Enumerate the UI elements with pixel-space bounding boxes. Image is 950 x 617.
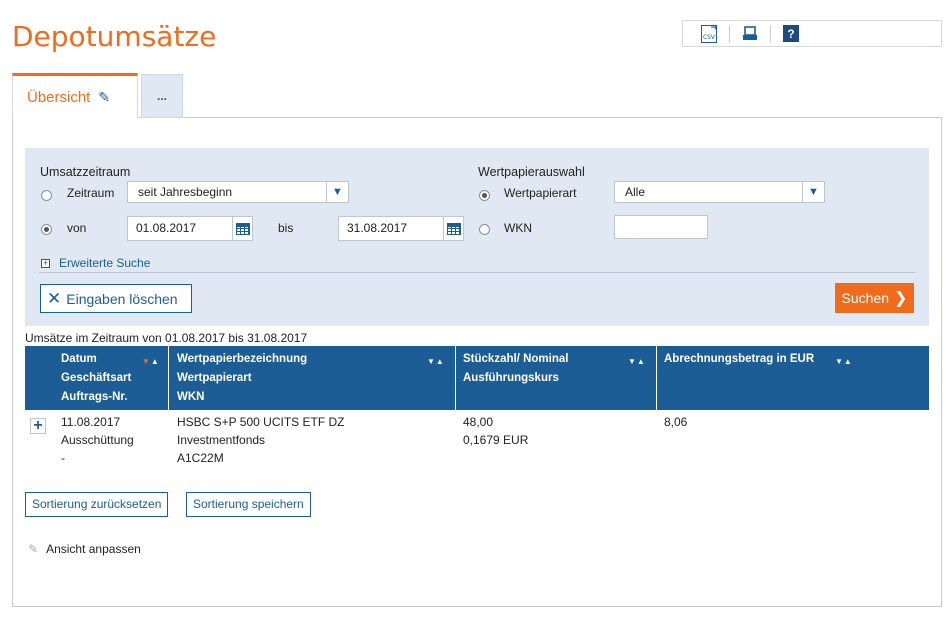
column-header-stueckzahl[interactable]: Stückzahl/ Nominal Ausführungskurs bbox=[463, 346, 568, 410]
zeitraum-value: seit Jahresbeginn bbox=[138, 185, 233, 199]
wkn-radio[interactable] bbox=[479, 224, 490, 235]
column-divider bbox=[168, 346, 169, 410]
period-heading: Umsatzzeitraum bbox=[40, 165, 131, 179]
wertpapierart-label: Wertpapierart bbox=[504, 186, 577, 200]
column-header-wertpapier[interactable]: Wertpapierbezeichnung Wertpapierart WKN bbox=[177, 346, 307, 410]
clear-inputs-label: Eingaben löschen bbox=[66, 290, 178, 307]
advanced-search-link[interactable]: Erweiterte Suche bbox=[59, 256, 150, 270]
table-row: + 11.08.2017 Ausschüttung - HSBC S+P 500… bbox=[25, 410, 929, 470]
wkn-label: WKN bbox=[504, 221, 532, 235]
toolbar-divider bbox=[729, 24, 730, 43]
cell-stueckzahl: 48,00 0,1679 EUR bbox=[463, 413, 528, 449]
chevron-down-icon: ▼ bbox=[326, 182, 348, 202]
header-line: Wertpapierart bbox=[177, 372, 252, 384]
customize-view-label: Ansicht anpassen bbox=[46, 542, 141, 556]
cell-line: 11.08.2017 bbox=[61, 415, 121, 429]
header-line: Abrechnungsbetrag in EUR bbox=[664, 353, 815, 365]
cell-line: - bbox=[61, 451, 65, 465]
cell-line: HSBC S+P 500 UCITS ETF DZ bbox=[177, 415, 345, 429]
cell-wertpapier: HSBC S+P 500 UCITS ETF DZ Investmentfond… bbox=[177, 413, 345, 467]
cell-datum: 11.08.2017 Ausschüttung - bbox=[61, 413, 134, 467]
header-line: Auftrags-Nr. bbox=[61, 391, 128, 403]
page-title: Depotumsätze bbox=[12, 20, 217, 53]
zeitraum-select[interactable]: seit Jahresbeginn ▼ bbox=[127, 181, 349, 203]
header-line: Stückzahl/ Nominal bbox=[463, 353, 569, 365]
sort-icon[interactable]: ▼▲ bbox=[835, 357, 853, 366]
zeitraum-radio[interactable] bbox=[41, 190, 52, 201]
wertpapierart-select[interactable]: Alle ▼ bbox=[614, 181, 825, 203]
chevron-right-icon: ❯ bbox=[894, 290, 908, 307]
von-date-input[interactable]: 01.08.2017 bbox=[127, 216, 253, 241]
column-header-abrechnungsbetrag[interactable]: Abrechnungsbetrag in EUR bbox=[664, 346, 814, 410]
clear-inputs-button[interactable]: ✕ Eingaben löschen bbox=[40, 284, 192, 313]
cell-abrechnungsbetrag: 8,06 bbox=[664, 413, 687, 431]
csv-export-icon: CSV bbox=[701, 24, 717, 43]
zeitraum-label: Zeitraum bbox=[67, 186, 115, 200]
chevron-down-icon: ▼ bbox=[802, 182, 824, 202]
reset-sort-button[interactable]: Sortierung zurücksetzen bbox=[25, 492, 169, 517]
cell-line: A1C22M bbox=[177, 451, 224, 465]
customize-view-link[interactable]: ✎ Ansicht anpassen bbox=[28, 542, 141, 556]
sort-icon[interactable]: ▼▲ bbox=[142, 357, 160, 366]
help-icon: ? bbox=[783, 25, 799, 42]
von-radio[interactable] bbox=[41, 224, 52, 235]
cell-line: Ausschüttung bbox=[61, 433, 134, 447]
csv-export-button[interactable]: CSV bbox=[701, 24, 717, 43]
toolbar: CSV ? bbox=[682, 20, 942, 47]
bis-label: bis bbox=[278, 221, 294, 235]
printer-icon bbox=[743, 25, 757, 40]
column-header-datum[interactable]: Datum Geschäftsart Auftrags-Nr. bbox=[61, 346, 131, 410]
header-line: Ausführungskurs bbox=[463, 372, 559, 384]
tab-label: Übersicht bbox=[27, 88, 91, 106]
help-button[interactable]: ? bbox=[783, 25, 799, 43]
save-sort-button[interactable]: Sortierung speichern bbox=[186, 492, 311, 517]
print-button[interactable] bbox=[742, 25, 758, 43]
cell-line: 0,1679 EUR bbox=[463, 433, 529, 447]
header-line: Datum bbox=[61, 353, 97, 365]
header-line: WKN bbox=[177, 391, 205, 403]
cell-line: Investmentfonds bbox=[177, 433, 266, 447]
column-divider bbox=[656, 346, 657, 410]
calendar-icon[interactable] bbox=[443, 217, 463, 240]
header-line: Wertpapierbezeichnung bbox=[177, 353, 308, 365]
tab-more[interactable]: ... bbox=[141, 74, 183, 118]
wertpapierart-value: Alle bbox=[625, 185, 646, 199]
security-heading: Wertpapierauswahl bbox=[478, 165, 585, 179]
bis-date-input[interactable]: 31.08.2017 bbox=[338, 216, 464, 241]
von-date-value: 01.08.2017 bbox=[136, 221, 197, 235]
close-icon: ✕ bbox=[47, 288, 62, 308]
header-line: Geschäftsart bbox=[61, 372, 132, 384]
bis-date-value: 31.08.2017 bbox=[347, 221, 408, 235]
pencil-icon[interactable]: ✎ bbox=[98, 89, 110, 106]
search-button[interactable]: Suchen ❯ bbox=[835, 283, 914, 313]
calendar-icon[interactable] bbox=[232, 217, 252, 240]
filter-panel: Umsatzzeitraum Zeitraum seit Jahresbegin… bbox=[25, 148, 929, 326]
cell-line: 8,06 bbox=[664, 415, 688, 429]
table-header: Datum Geschäftsart Auftrags-Nr. ▼▲ Wertp… bbox=[25, 346, 929, 410]
sort-icon[interactable]: ▼▲ bbox=[628, 357, 646, 366]
von-label: von bbox=[67, 221, 87, 235]
wkn-input[interactable] bbox=[614, 215, 708, 239]
search-label: Suchen bbox=[841, 290, 890, 306]
sort-icon[interactable]: ▼▲ bbox=[427, 357, 445, 366]
cell-line: 48,00 bbox=[463, 415, 494, 429]
wertpapierart-radio[interactable] bbox=[479, 190, 490, 201]
column-divider bbox=[455, 346, 456, 410]
tab-bar: Übersicht ✎ ... bbox=[12, 73, 183, 118]
plus-icon[interactable]: + bbox=[30, 418, 46, 434]
pencil-icon: ✎ bbox=[28, 542, 39, 556]
plus-icon[interactable]: + bbox=[41, 259, 50, 268]
period-summary: Umsätze im Zeitraum von 01.08.2017 bis 3… bbox=[25, 331, 308, 345]
filter-divider bbox=[39, 272, 915, 273]
tab-uebersicht[interactable]: Übersicht ✎ bbox=[12, 73, 138, 118]
toolbar-divider bbox=[770, 24, 771, 43]
